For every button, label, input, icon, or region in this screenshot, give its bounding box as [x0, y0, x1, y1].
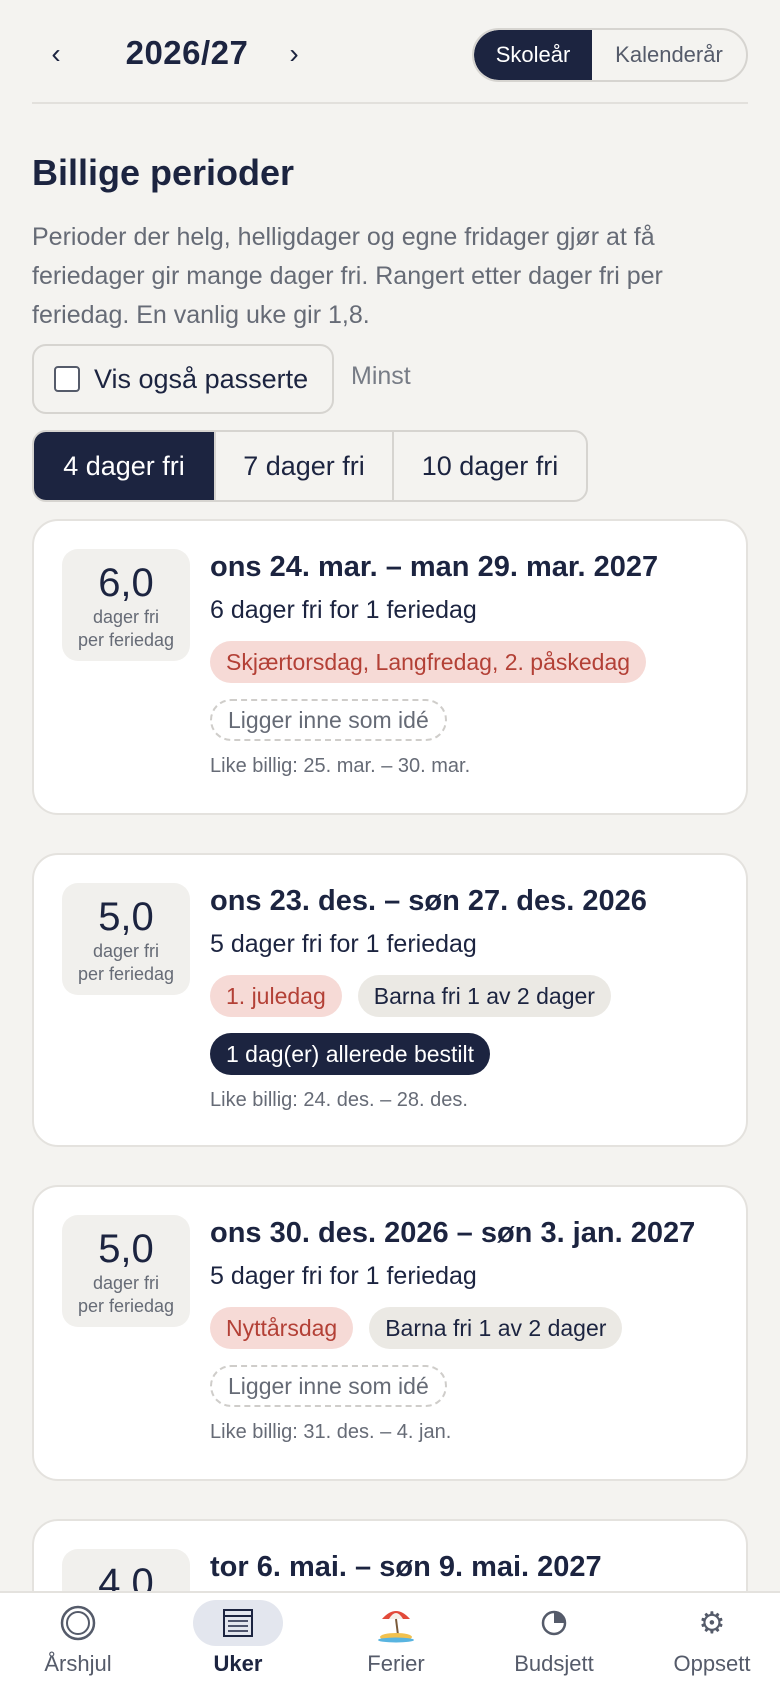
- idea-chip[interactable]: Ligger inne som idé: [210, 1365, 447, 1407]
- pie-icon: [476, 1593, 632, 1653]
- score-unit: dager fri: [92, 1273, 160, 1293]
- period-card[interactable]: 5,0 dager fri per feriedag ons 23. des. …: [32, 853, 748, 1147]
- nav-label: Årshjul: [44, 1651, 112, 1676]
- holiday-chip: 1. juledag: [210, 975, 342, 1017]
- period-dates: ons 23. des. – søn 27. des. 2026: [210, 885, 647, 917]
- section-description: Perioder der helg, helligdager og egne f…: [32, 223, 663, 329]
- prev-year-button[interactable]: ‹: [36, 36, 76, 76]
- booked-chip: 1 dag(er) allerede bestilt: [210, 1033, 491, 1075]
- sort-label[interactable]: Minst: [351, 362, 411, 391]
- nav-label: Oppsett: [673, 1651, 751, 1676]
- score-box: 6,0 dager fri per feriedag: [62, 549, 190, 661]
- score-unit: dager fri: [92, 607, 160, 627]
- score-unit: per feriedag: [77, 1296, 175, 1316]
- alternative-period: Like billig: 25. mar. – 30. mar.: [210, 755, 471, 777]
- gear-icon: ⚙: [698, 1606, 726, 1640]
- nav-ferier[interactable]: Ferier: [318, 1593, 474, 1688]
- score-value: 6,0: [98, 561, 154, 605]
- period-days: 6 dager fri for 1 feriedag: [210, 596, 477, 624]
- circle-icon: [0, 1593, 156, 1653]
- period-dates: ons 30. des. 2026 – søn 3. jan. 2027: [210, 1217, 696, 1249]
- nav-label: Uker: [213, 1651, 263, 1676]
- toggle-school-year[interactable]: Skoleår: [474, 30, 592, 80]
- kids-off-chip: Barna fri 1 av 2 dager: [357, 975, 611, 1017]
- nav-oppsett[interactable]: ⚙ Oppsett: [634, 1593, 780, 1688]
- top-bar: ‹ 2026/27 › Skoleår Kalenderår: [32, 0, 748, 104]
- score-unit: dager fri: [92, 941, 160, 961]
- period-card[interactable]: 6,0 dager fri per feriedag ons 24. mar. …: [32, 519, 748, 815]
- nav-budsjett[interactable]: Budsjett: [476, 1593, 632, 1688]
- toggle-calendar-year[interactable]: Kalenderår: [592, 30, 746, 80]
- bottom-navigation: Årshjul Uker Ferier Budsjett ⚙ Oppsett: [0, 1591, 780, 1688]
- list-icon: [193, 1600, 283, 1646]
- idea-chip[interactable]: Ligger inne som idé: [210, 699, 447, 741]
- nav-label: Ferier: [367, 1651, 425, 1676]
- period-dates: tor 6. mai. – søn 9. mai. 2027: [210, 1551, 602, 1583]
- next-year-button[interactable]: ›: [274, 36, 314, 76]
- show-past-label: Vis også passerte: [94, 363, 309, 394]
- alternative-period: Like billig: 24. des. – 28. des.: [210, 1089, 468, 1111]
- section-title: Billige perioder: [32, 152, 295, 193]
- year-type-toggle: Skoleår Kalenderår: [472, 28, 748, 82]
- score-box: 5,0 dager fri per feriedag: [62, 1215, 190, 1327]
- score-box: 5,0 dager fri per feriedag: [62, 883, 190, 995]
- holiday-chip: Nyttårsdag: [210, 1307, 354, 1349]
- days-off-filter: 4 dager fri 7 dager fri 10 dager fri: [32, 430, 588, 502]
- kids-off-chip: Barna fri 1 av 2 dager: [369, 1307, 623, 1349]
- show-past-checkbox[interactable]: Vis også passerte: [32, 344, 334, 414]
- filter-10-days[interactable]: 10 dager fri: [394, 432, 586, 500]
- score-value: 5,0: [98, 895, 154, 939]
- year-label: 2026/27: [125, 34, 249, 71]
- holiday-chip: Skjærtorsdag, Langfredag, 2. påskedag: [210, 641, 647, 683]
- filter-7-days[interactable]: 7 dager fri: [216, 432, 394, 500]
- beach-icon: [318, 1593, 474, 1653]
- nav-arshjul[interactable]: Årshjul: [0, 1593, 156, 1688]
- score-unit: per feriedag: [77, 964, 175, 984]
- score-value: 5,0: [98, 1227, 154, 1271]
- checkbox-icon[interactable]: [54, 366, 80, 392]
- nav-label: Budsjett: [514, 1651, 594, 1676]
- period-days: 5 dager fri for 1 feriedag: [210, 1262, 477, 1290]
- filter-4-days[interactable]: 4 dager fri: [34, 432, 216, 500]
- nav-uker[interactable]: Uker: [160, 1593, 316, 1688]
- score-unit: per feriedag: [77, 630, 175, 650]
- period-dates: ons 24. mar. – man 29. mar. 2027: [210, 551, 659, 583]
- period-card[interactable]: 5,0 dager fri per feriedag ons 30. des. …: [32, 1185, 748, 1481]
- period-days: 5 dager fri for 1 feriedag: [210, 930, 477, 958]
- alternative-period: Like billig: 31. des. – 4. jan.: [210, 1421, 452, 1443]
